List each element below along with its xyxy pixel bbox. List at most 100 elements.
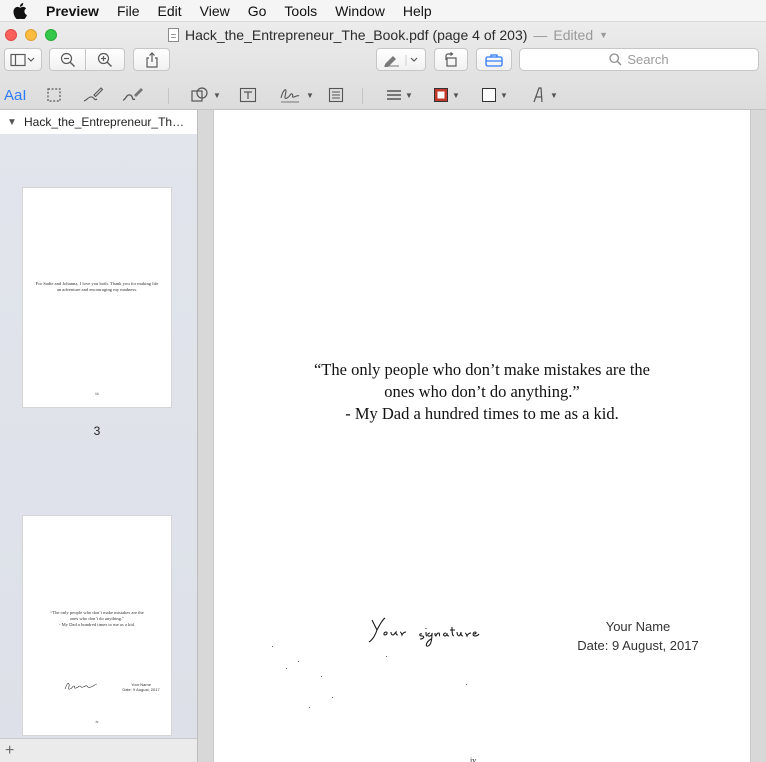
thumbnail-signature bbox=[64, 682, 98, 690]
search-placeholder: Search bbox=[627, 52, 669, 67]
thumbnail-date: Date: 9 August, 2017 bbox=[122, 687, 160, 692]
apple-icon bbox=[13, 2, 27, 19]
shapes-tool[interactable]: ▼ bbox=[190, 84, 221, 106]
menu-edit[interactable]: Edit bbox=[149, 0, 191, 22]
zoom-in-icon bbox=[97, 52, 112, 67]
fill-color-icon bbox=[482, 88, 496, 102]
chevron-down-icon[interactable]: ▼ bbox=[599, 30, 608, 40]
page-thumbnail-4[interactable]: “The only people who don’t make mistakes… bbox=[23, 516, 171, 735]
menu-help[interactable]: Help bbox=[394, 0, 441, 22]
markup-toolbar-button[interactable] bbox=[476, 48, 512, 71]
search-input[interactable]: Search bbox=[519, 48, 759, 71]
disclosure-triangle-icon[interactable]: ▼ bbox=[0, 117, 24, 128]
signature-annotation[interactable] bbox=[364, 608, 504, 656]
title-bar: Hack_the_Entrepreneur_The_Book.pdf (page… bbox=[0, 22, 766, 48]
sketch-tool[interactable] bbox=[82, 84, 104, 106]
pdf-page[interactable]: “The only people who don’t make mistakes… bbox=[213, 110, 751, 762]
highlight-button[interactable] bbox=[376, 48, 426, 71]
note-icon bbox=[328, 87, 344, 103]
share-icon bbox=[145, 51, 158, 68]
fill-color-tool[interactable]: ▼ bbox=[481, 84, 508, 106]
sidebar-toggle-button[interactable] bbox=[4, 48, 42, 71]
toolbox-icon bbox=[485, 53, 503, 67]
chevron-down-icon: ▼ bbox=[550, 90, 558, 100]
apple-menu[interactable] bbox=[0, 2, 40, 19]
share-button[interactable] bbox=[133, 48, 170, 71]
sidebar-footer: + bbox=[0, 738, 197, 762]
menu-view[interactable]: View bbox=[191, 0, 239, 22]
markup-toolbar: AaI ▼ ▼ ▼ ▼ ▼ ▼ bbox=[0, 82, 766, 110]
signing-date: Date: 9 August, 2017 bbox=[577, 638, 699, 653]
thumbnail-quote-line: - My Dad a hundred times to me as a kid. bbox=[58, 622, 136, 627]
thumbnail-quote: “The only people who don’t make mistakes… bbox=[31, 610, 163, 628]
page-footer-mark: iv bbox=[470, 756, 477, 762]
chevron-down-icon: ▼ bbox=[306, 90, 314, 100]
scan-speck bbox=[309, 707, 310, 708]
search-icon bbox=[609, 53, 622, 66]
menu-app-preview[interactable]: Preview bbox=[40, 0, 108, 22]
text-box-tool[interactable] bbox=[239, 84, 257, 106]
shape-style-tool[interactable]: ▼ bbox=[386, 84, 413, 106]
scan-speck bbox=[272, 646, 273, 647]
menu-go[interactable]: Go bbox=[239, 0, 276, 22]
title-separator: — bbox=[533, 27, 548, 43]
edited-status[interactable]: Edited bbox=[553, 27, 593, 43]
thumbnail-name-block: Your Name Date: 9 August, 2017 bbox=[121, 682, 161, 692]
toolbar-divider bbox=[362, 88, 363, 104]
quote-line-2: ones who don’t do anything.” bbox=[384, 382, 580, 401]
page-thumbnail-3[interactable]: For Sadie and Johanna, I love you both. … bbox=[23, 188, 171, 407]
text-style-tool[interactable]: ▼ bbox=[531, 84, 558, 106]
rotate-icon bbox=[445, 51, 457, 67]
signer-block: Your Name Date: 9 August, 2017 bbox=[570, 617, 706, 655]
thumbnail-page-number: iv bbox=[95, 719, 99, 724]
quote-line-3: - My Dad a hundred times to me as a kid. bbox=[345, 404, 619, 423]
menu-bar: Preview File Edit View Go Tools Window H… bbox=[0, 0, 766, 22]
border-color-tool[interactable]: ▼ bbox=[433, 84, 460, 106]
text-selection-label: AaI bbox=[4, 86, 27, 104]
signature-icon bbox=[280, 89, 300, 103]
chevron-down-icon: ▼ bbox=[452, 90, 460, 100]
sketch-icon bbox=[83, 87, 104, 102]
add-page-button[interactable]: + bbox=[5, 742, 14, 760]
rectangular-selection-icon bbox=[47, 88, 61, 102]
signature-tool[interactable]: ▼ bbox=[279, 84, 314, 106]
menu-tools[interactable]: Tools bbox=[275, 0, 326, 22]
scan-speck bbox=[321, 676, 322, 677]
shapes-icon bbox=[191, 87, 208, 102]
pdf-document-icon[interactable] bbox=[167, 28, 179, 42]
signer-name: Your Name bbox=[605, 619, 671, 634]
draw-tool[interactable] bbox=[121, 84, 145, 106]
thumbnail-dedication-text: For Sadie and Johanna, I love you both. … bbox=[35, 281, 159, 292]
scan-speck bbox=[332, 697, 333, 698]
thumbnail-page-label: 3 bbox=[93, 424, 101, 438]
note-tool[interactable] bbox=[328, 84, 344, 106]
highlight-pen-icon bbox=[384, 54, 418, 67]
toolbar-divider bbox=[168, 88, 169, 104]
thumbnail-page-number: iii bbox=[95, 391, 99, 396]
text-selection-tool[interactable]: AaI bbox=[4, 84, 27, 106]
sidebar-filename: Hack_the_Entrepreneur_The_... bbox=[24, 115, 188, 129]
menu-window[interactable]: Window bbox=[326, 0, 394, 22]
menu-file[interactable]: File bbox=[108, 0, 149, 22]
scan-speck bbox=[298, 661, 299, 662]
thumbnail-sidebar: ▼ Hack_the_Entrepreneur_The_... For Sadi… bbox=[0, 110, 198, 762]
page-quote: “The only people who don’t make mistakes… bbox=[214, 359, 750, 425]
text-style-icon bbox=[533, 87, 543, 103]
zoom-out-button[interactable] bbox=[49, 48, 86, 71]
line-style-icon bbox=[387, 90, 401, 100]
window-controls bbox=[5, 29, 57, 41]
document-view[interactable]: “The only people who don’t make mistakes… bbox=[198, 110, 766, 762]
rectangular-selection-tool[interactable] bbox=[46, 84, 62, 106]
chevron-down-icon: ▼ bbox=[213, 90, 221, 100]
zoom-window-button[interactable] bbox=[45, 29, 57, 41]
zoom-out-icon bbox=[60, 52, 75, 67]
rotate-button[interactable] bbox=[434, 48, 468, 71]
zoom-in-button[interactable] bbox=[85, 48, 125, 71]
window-title: Hack_the_Entrepreneur_The_Book.pdf (page… bbox=[184, 27, 528, 43]
sidebar-document-row[interactable]: ▼ Hack_the_Entrepreneur_The_... bbox=[0, 110, 197, 134]
border-color-icon bbox=[434, 88, 448, 102]
text-box-icon bbox=[239, 87, 257, 103]
minimize-window-button[interactable] bbox=[25, 29, 37, 41]
sidebar-icon bbox=[10, 53, 35, 66]
close-window-button[interactable] bbox=[5, 29, 17, 41]
